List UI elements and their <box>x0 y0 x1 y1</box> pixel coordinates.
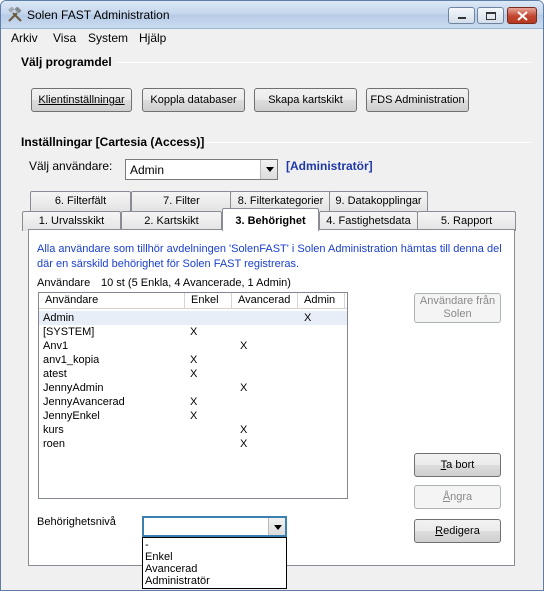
users-list-header: Användare Enkel Avancerad Admin <box>39 293 347 309</box>
level-label: Behörighetsnivå <box>37 516 116 528</box>
program-section-title: Välj programdel <box>21 55 112 69</box>
menu-bar: Arkiv Visa System Hjälp <box>1 29 543 48</box>
window-title: Solen FAST Administration <box>27 8 170 22</box>
users-count: 10 st (5 Enkla, 4 Avancerade, 1 Admin) <box>101 277 291 289</box>
remove-button[interactable]: Ta bort <box>414 453 501 477</box>
fds-administration-button[interactable]: FDS Administration <box>366 88 469 112</box>
tab-kartskikt[interactable]: 2. Kartskikt <box>121 211 222 231</box>
cell-name: [SYSTEM] <box>43 326 95 338</box>
tab-filterfalt[interactable]: 6. Filterfält <box>30 191 131 211</box>
table-row[interactable]: roen X <box>39 437 347 451</box>
cell-avancerad: X <box>240 382 248 394</box>
column-admin[interactable]: Admin <box>298 293 345 309</box>
maximize-icon <box>486 12 496 20</box>
cell-avancerad: X <box>240 424 248 436</box>
chevron-down-icon[interactable] <box>260 160 277 179</box>
info-text: Alla användare som tillhör avdelningen '… <box>37 243 502 270</box>
menu-visa[interactable]: Visa <box>53 31 76 45</box>
table-row[interactable]: kurs X <box>39 423 347 437</box>
users-label: Användare <box>37 277 91 289</box>
tools-icon <box>8 7 22 22</box>
cell-enkel: X <box>190 354 198 366</box>
level-select[interactable] <box>142 516 287 537</box>
cell-name: Admin <box>43 312 75 324</box>
role-tag: [Administratör] <box>286 159 373 173</box>
column-anvandare[interactable]: Användare <box>39 293 185 309</box>
menu-system[interactable]: System <box>88 31 128 45</box>
undo-button[interactable]: Ångra <box>414 485 501 509</box>
cell-enkel: X <box>190 368 198 380</box>
program-section-divider <box>117 62 531 63</box>
settings-section-divider <box>205 142 531 143</box>
users-from-solen-button[interactable]: Användare från Solen <box>414 293 501 323</box>
title-bar[interactable]: Solen FAST Administration <box>1 1 543 29</box>
chevron-down-icon[interactable] <box>268 518 285 535</box>
tab-behorighet[interactable]: 3. Behörighet <box>222 208 319 231</box>
cell-enkel: X <box>190 410 198 422</box>
cell-name: Anv1 <box>43 340 69 352</box>
table-row[interactable]: Anv1 X <box>39 339 347 353</box>
cell-name: anv1_kopia <box>43 354 100 366</box>
cell-name: kurs <box>43 424 64 436</box>
cell-name: atest <box>43 368 67 380</box>
table-row[interactable]: JennyEnkel X <box>39 409 347 423</box>
cell-enkel: X <box>190 326 198 338</box>
column-enkel[interactable]: Enkel <box>185 293 232 309</box>
tab-datakopplingar[interactable]: 9. Datakopplingar <box>329 191 428 211</box>
main-window: Solen FAST Administration Arkiv Visa Sys… <box>0 0 544 591</box>
minimize-icon <box>458 17 466 19</box>
minimize-button[interactable] <box>448 7 475 24</box>
tab-filter[interactable]: 7. Filter <box>131 191 232 211</box>
table-row[interactable]: Admin X <box>39 311 347 325</box>
tab-rapport[interactable]: 5. Rapport <box>417 211 516 231</box>
level-dropdown-list: - Enkel Avancerad Administratör <box>142 537 287 589</box>
table-row[interactable]: anv1_kopia X <box>39 353 347 367</box>
close-button[interactable] <box>507 7 537 24</box>
tab-fastighetsdata[interactable]: 4. Fastighetsdata <box>319 211 418 231</box>
table-row[interactable]: JennyAdmin X <box>39 381 347 395</box>
user-select[interactable]: Admin <box>125 159 278 180</box>
tab-urvalsskikt[interactable]: 1. Urvalsskikt <box>22 211 121 231</box>
edit-button[interactable]: Redigera <box>414 519 501 543</box>
cell-name: roen <box>43 438 66 450</box>
connect-databases-button[interactable]: Koppla databaser <box>142 88 245 112</box>
cell-enkel: X <box>190 396 198 408</box>
user-select-value: Admin <box>130 163 165 177</box>
cell-name: JennyAvancerad <box>43 396 125 408</box>
cell-name: JennyEnkel <box>43 410 100 422</box>
close-icon <box>517 11 528 21</box>
user-select-label: Välj användare: <box>29 159 113 173</box>
create-map-layer-button[interactable]: Skapa kartskikt <box>254 88 357 112</box>
settings-section-title: Inställningar [Cartesia (Access)] <box>21 135 205 149</box>
column-avancerad[interactable]: Avancerad <box>232 293 298 309</box>
cell-admin: X <box>304 312 312 324</box>
maximize-button[interactable] <box>477 7 504 24</box>
menu-arkiv[interactable]: Arkiv <box>11 31 38 45</box>
cell-avancerad: X <box>240 340 248 352</box>
table-row[interactable]: JennyAvancerad X <box>39 395 347 409</box>
level-option-administrator[interactable]: Administratör <box>145 575 210 588</box>
menu-hjalp[interactable]: Hjälp <box>139 31 166 45</box>
cell-avancerad: X <box>240 438 248 450</box>
table-row[interactable]: [SYSTEM] X <box>39 325 347 339</box>
client-settings-button[interactable]: Klientinställningar <box>31 88 132 112</box>
users-list[interactable]: Användare Enkel Avancerad Admin Admin X [S… <box>38 292 348 499</box>
behorighet-panel: Alla användare som tillhör avdelningen '… <box>28 229 515 566</box>
cell-name: JennyAdmin <box>43 382 104 394</box>
table-row[interactable]: atest X <box>39 367 347 381</box>
